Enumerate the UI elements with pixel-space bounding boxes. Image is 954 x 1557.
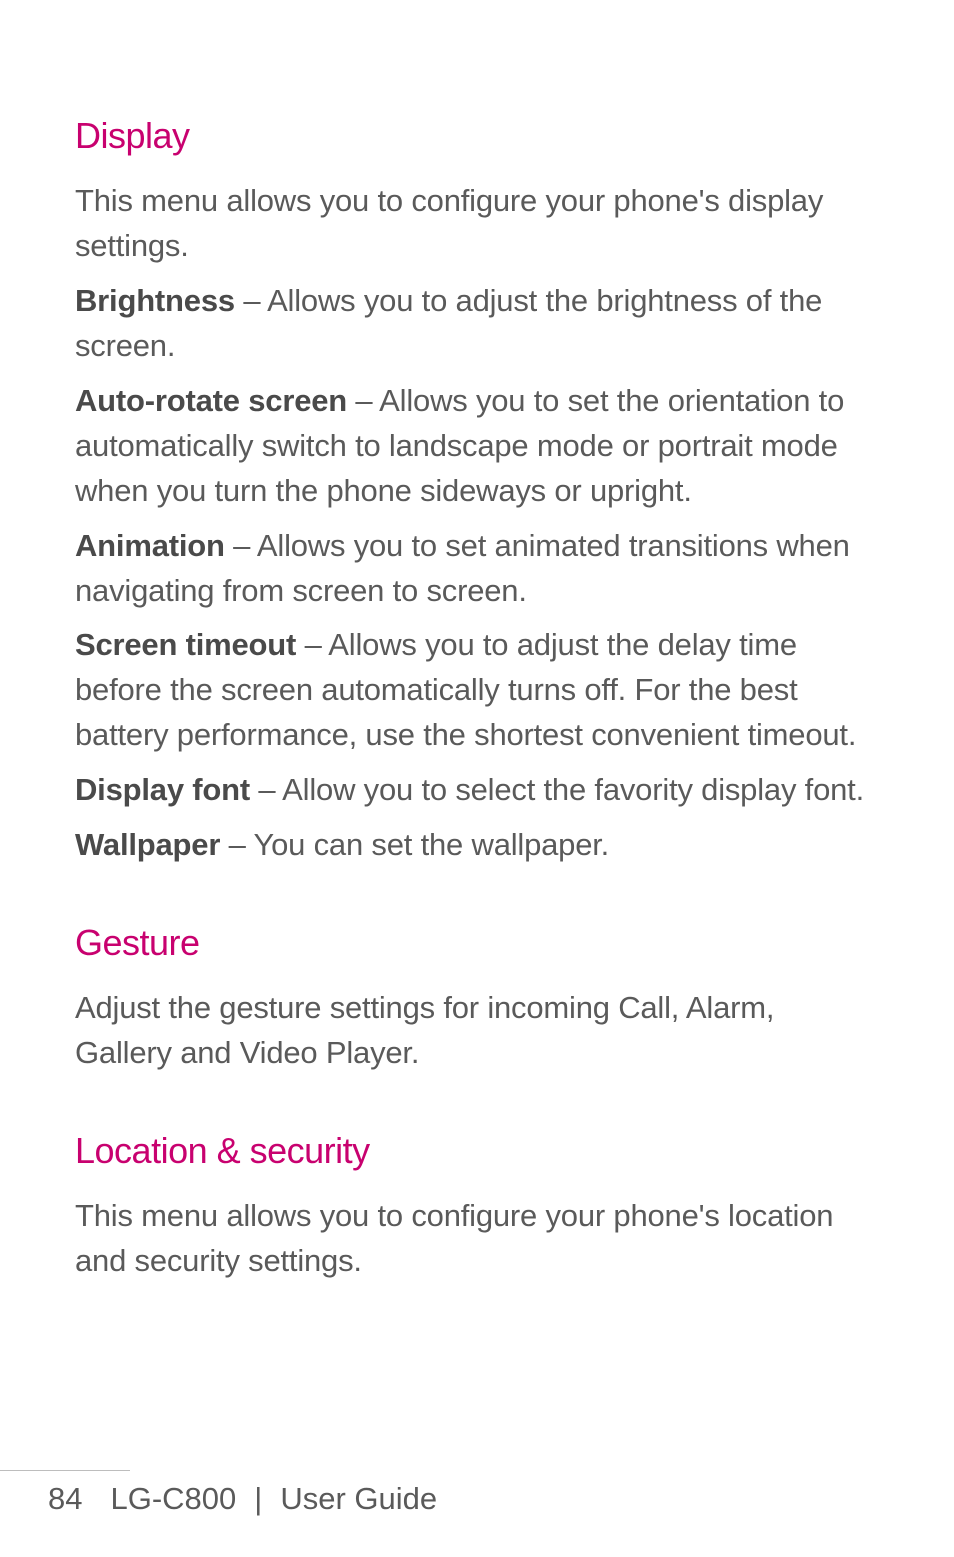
section-gesture: Gesture Adjust the gesture settings for … xyxy=(75,922,879,1076)
para-gesture-intro: Adjust the gesture settings for incoming… xyxy=(75,986,879,1076)
section-location-security: Location & security This menu allows you… xyxy=(75,1130,879,1284)
para-location-intro: This menu allows you to configure your p… xyxy=(75,1194,879,1284)
term-display-font: Display font xyxy=(75,772,250,807)
footer-doc-title: User Guide xyxy=(280,1481,437,1517)
term-animation: Animation xyxy=(75,528,225,563)
term-wallpaper: Wallpaper xyxy=(75,827,220,862)
para-text: Adjust the gesture settings for incoming… xyxy=(75,990,774,1070)
heading-display: Display xyxy=(75,115,879,157)
term-auto-rotate: Auto-rotate screen xyxy=(75,383,347,418)
term-brightness: Brightness xyxy=(75,283,235,318)
page: Display This menu allows you to configur… xyxy=(0,0,954,1557)
para-brightness: Brightness – Allows you to adjust the br… xyxy=(75,279,879,369)
term-screen-timeout: Screen timeout xyxy=(75,627,296,662)
page-number: 84 xyxy=(48,1481,82,1517)
para-text: – Allow you to select the favority displ… xyxy=(250,772,864,807)
para-animation: Animation – Allows you to set animated t… xyxy=(75,524,879,614)
para-text: This menu allows you to configure your p… xyxy=(75,1198,833,1278)
footer-model: LG-C800 xyxy=(110,1481,236,1517)
para-wallpaper: Wallpaper – You can set the wallpaper. xyxy=(75,823,879,868)
heading-gesture: Gesture xyxy=(75,922,879,964)
footer-rule xyxy=(0,1470,130,1471)
section-display: Display This menu allows you to configur… xyxy=(75,115,879,868)
para-text: – You can set the wallpaper. xyxy=(220,827,609,862)
para-text: This menu allows you to configure your p… xyxy=(75,183,823,263)
page-footer: 84 LG-C800 | User Guide xyxy=(0,1481,954,1517)
heading-location-security: Location & security xyxy=(75,1130,879,1172)
para-auto-rotate: Auto-rotate screen – Allows you to set t… xyxy=(75,379,879,514)
footer-separator: | xyxy=(254,1481,262,1517)
para-display-font: Display font – Allow you to select the f… xyxy=(75,768,879,813)
para-display-intro: This menu allows you to configure your p… xyxy=(75,179,879,269)
para-screen-timeout: Screen timeout – Allows you to adjust th… xyxy=(75,623,879,758)
